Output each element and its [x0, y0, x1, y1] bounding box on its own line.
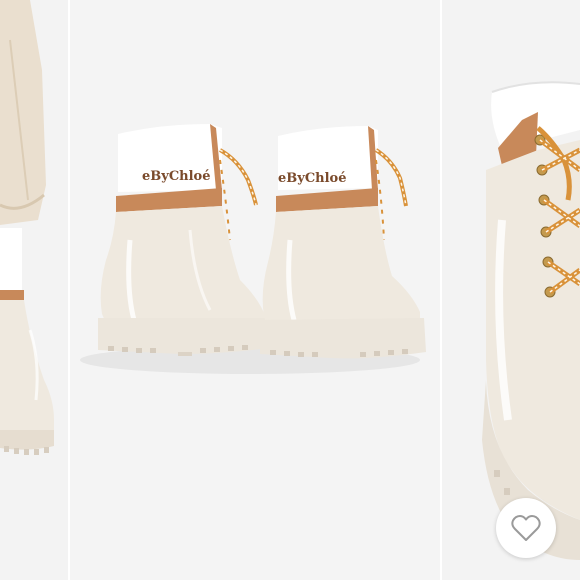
brand-text-left: eByChloé: [142, 169, 211, 184]
heart-icon: [511, 515, 541, 541]
favorite-button[interactable]: [496, 498, 556, 558]
boots-rear-photo: eByChloé eByChloé: [70, 0, 440, 580]
gallery-image-3[interactable]: [442, 0, 580, 580]
brand-text-right: eByChloé: [278, 171, 347, 186]
gallery-image-1[interactable]: [0, 0, 68, 580]
gallery-image-2[interactable]: eByChloé eByChloé: [70, 0, 440, 580]
boot-lace-closeup-photo: [442, 0, 580, 580]
gallery-divider: [440, 0, 442, 580]
gallery-divider: [68, 0, 70, 580]
boot-side-photo: [0, 0, 68, 580]
product-image-gallery: eByChloé eByChloé: [0, 0, 580, 580]
